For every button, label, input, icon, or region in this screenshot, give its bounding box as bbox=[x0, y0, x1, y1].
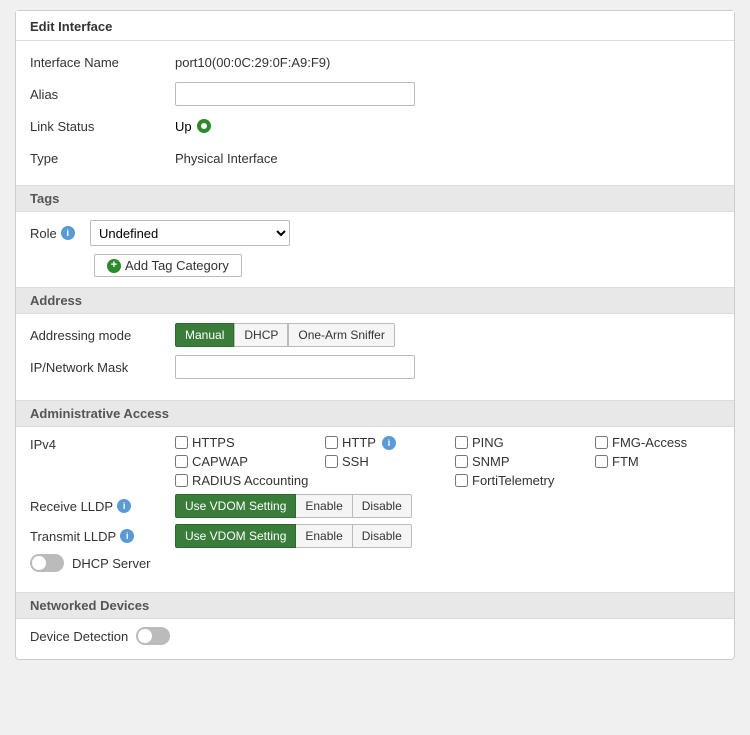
ipv4-label: IPv4 bbox=[30, 435, 175, 452]
admin-access-section: IPv4 HTTPS HTTP i PING FMG-Access bbox=[16, 427, 734, 592]
role-label: Role i bbox=[30, 226, 90, 241]
capwap-checkbox[interactable] bbox=[175, 455, 188, 468]
type-label: Type bbox=[30, 151, 175, 166]
fmg-access-checkbox-item: FMG-Access bbox=[595, 435, 715, 450]
snmp-label: SNMP bbox=[472, 454, 510, 469]
interface-name-value: port10(00:0C:29:0F:A9:F9) bbox=[175, 55, 330, 70]
networked-devices-section-title: Networked Devices bbox=[16, 592, 734, 619]
link-status-row: Link Status Up bbox=[30, 113, 720, 139]
https-checkbox[interactable] bbox=[175, 436, 188, 449]
http-info-icon[interactable]: i bbox=[382, 436, 396, 450]
alias-input[interactable] bbox=[175, 82, 415, 106]
ssh-checkbox-item: SSH bbox=[325, 454, 455, 469]
ssh-label: SSH bbox=[342, 454, 369, 469]
address-section: Addressing mode Manual DHCP One-Arm Snif… bbox=[16, 314, 734, 400]
receive-lldp-buttons: Use VDOM Setting Enable Disable bbox=[175, 494, 412, 518]
http-checkbox-item: HTTP i bbox=[325, 435, 455, 450]
edit-interface-panel: Edit Interface Interface Name port10(00:… bbox=[15, 10, 735, 660]
alias-label: Alias bbox=[30, 87, 175, 102]
dhcp-server-toggle[interactable] bbox=[30, 554, 64, 572]
tags-section: Role i Undefined LAN WAN DMZ + Add Tag C… bbox=[16, 212, 734, 287]
transmit-lldp-label: Transmit LLDP i bbox=[30, 529, 175, 544]
fortiTelemetry-label: FortiTelemetry bbox=[472, 473, 554, 488]
fortiTelemetry-checkbox-item: FortiTelemetry bbox=[455, 473, 595, 488]
tags-section-title: Tags bbox=[16, 185, 734, 212]
ip-network-mask-row: IP/Network Mask bbox=[30, 354, 720, 380]
dhcp-server-row: DHCP Server bbox=[30, 554, 720, 572]
type-value: Physical Interface bbox=[175, 151, 278, 166]
ipv4-row: IPv4 HTTPS HTTP i PING FMG-Access bbox=[30, 435, 720, 488]
http-checkbox[interactable] bbox=[325, 436, 338, 449]
snmp-checkbox-item: SNMP bbox=[455, 454, 595, 469]
type-row: Type Physical Interface bbox=[30, 145, 720, 171]
fortiTelemetry-checkbox[interactable] bbox=[455, 474, 468, 487]
add-tag-button[interactable]: + Add Tag Category bbox=[94, 254, 242, 277]
ftm-label: FTM bbox=[612, 454, 639, 469]
link-status-label: Link Status bbox=[30, 119, 175, 134]
radius-accounting-label: RADIUS Accounting bbox=[192, 473, 308, 488]
ping-checkbox-item: PING bbox=[455, 435, 595, 450]
radius-accounting-checkbox-item: RADIUS Accounting bbox=[175, 473, 325, 488]
alias-row: Alias bbox=[30, 81, 720, 107]
role-info-icon[interactable]: i bbox=[61, 226, 75, 240]
interface-info-section: Interface Name port10(00:0C:29:0F:A9:F9)… bbox=[16, 41, 734, 185]
address-section-title: Address bbox=[16, 287, 734, 314]
link-status-value: Up bbox=[175, 119, 211, 134]
mode-one-arm-sniffer-button[interactable]: One-Arm Sniffer bbox=[288, 323, 394, 347]
link-status-text: Up bbox=[175, 119, 192, 134]
http-label: HTTP bbox=[342, 435, 376, 450]
ssh-checkbox[interactable] bbox=[325, 455, 338, 468]
transmit-lldp-enable-button[interactable]: Enable bbox=[296, 524, 352, 548]
addressing-mode-buttons: Manual DHCP One-Arm Sniffer bbox=[175, 323, 395, 347]
networked-devices-section: Device Detection bbox=[16, 619, 734, 659]
transmit-lldp-disable-button[interactable]: Disable bbox=[353, 524, 412, 548]
add-tag-row: + Add Tag Category bbox=[30, 254, 720, 277]
receive-lldp-enable-button[interactable]: Enable bbox=[296, 494, 352, 518]
link-status-up-icon bbox=[197, 119, 211, 133]
radius-accounting-checkbox[interactable] bbox=[175, 474, 188, 487]
mode-manual-button[interactable]: Manual bbox=[175, 323, 234, 347]
add-tag-plus-icon: + bbox=[107, 259, 121, 273]
role-row: Role i Undefined LAN WAN DMZ bbox=[30, 220, 720, 246]
dhcp-server-slider bbox=[30, 554, 64, 572]
addressing-mode-label: Addressing mode bbox=[30, 328, 175, 343]
role-select[interactable]: Undefined LAN WAN DMZ bbox=[90, 220, 290, 246]
receive-lldp-disable-button[interactable]: Disable bbox=[353, 494, 412, 518]
transmit-lldp-buttons: Use VDOM Setting Enable Disable bbox=[175, 524, 412, 548]
addressing-mode-row: Addressing mode Manual DHCP One-Arm Snif… bbox=[30, 322, 720, 348]
ping-checkbox[interactable] bbox=[455, 436, 468, 449]
device-detection-row: Device Detection bbox=[30, 627, 720, 645]
device-detection-label: Device Detection bbox=[30, 629, 128, 644]
ip-network-mask-input[interactable] bbox=[175, 355, 415, 379]
device-detection-slider bbox=[136, 627, 170, 645]
capwap-label: CAPWAP bbox=[192, 454, 248, 469]
capwap-checkbox-item: CAPWAP bbox=[175, 454, 325, 469]
dhcp-server-label: DHCP Server bbox=[72, 556, 151, 571]
https-checkbox-item: HTTPS bbox=[175, 435, 325, 450]
ip-network-mask-label: IP/Network Mask bbox=[30, 360, 175, 375]
transmit-lldp-info-icon[interactable]: i bbox=[120, 529, 134, 543]
ipv4-checkboxes: HTTPS HTTP i PING FMG-Access CAPWA bbox=[175, 435, 715, 488]
interface-name-label: Interface Name bbox=[30, 55, 175, 70]
receive-lldp-label: Receive LLDP i bbox=[30, 499, 175, 514]
receive-lldp-info-icon[interactable]: i bbox=[117, 499, 131, 513]
panel-title: Edit Interface bbox=[16, 11, 734, 40]
ftm-checkbox-item: FTM bbox=[595, 454, 715, 469]
https-label: HTTPS bbox=[192, 435, 235, 450]
device-detection-toggle[interactable] bbox=[136, 627, 170, 645]
fmg-access-label: FMG-Access bbox=[612, 435, 687, 450]
receive-lldp-use-vdom-button[interactable]: Use VDOM Setting bbox=[175, 494, 296, 518]
ftm-checkbox[interactable] bbox=[595, 455, 608, 468]
interface-name-row: Interface Name port10(00:0C:29:0F:A9:F9) bbox=[30, 49, 720, 75]
fmg-access-checkbox[interactable] bbox=[595, 436, 608, 449]
receive-lldp-row: Receive LLDP i Use VDOM Setting Enable D… bbox=[30, 494, 720, 518]
transmit-lldp-use-vdom-button[interactable]: Use VDOM Setting bbox=[175, 524, 296, 548]
ping-label: PING bbox=[472, 435, 504, 450]
admin-access-section-title: Administrative Access bbox=[16, 400, 734, 427]
snmp-checkbox[interactable] bbox=[455, 455, 468, 468]
transmit-lldp-row: Transmit LLDP i Use VDOM Setting Enable … bbox=[30, 524, 720, 548]
mode-dhcp-button[interactable]: DHCP bbox=[234, 323, 288, 347]
